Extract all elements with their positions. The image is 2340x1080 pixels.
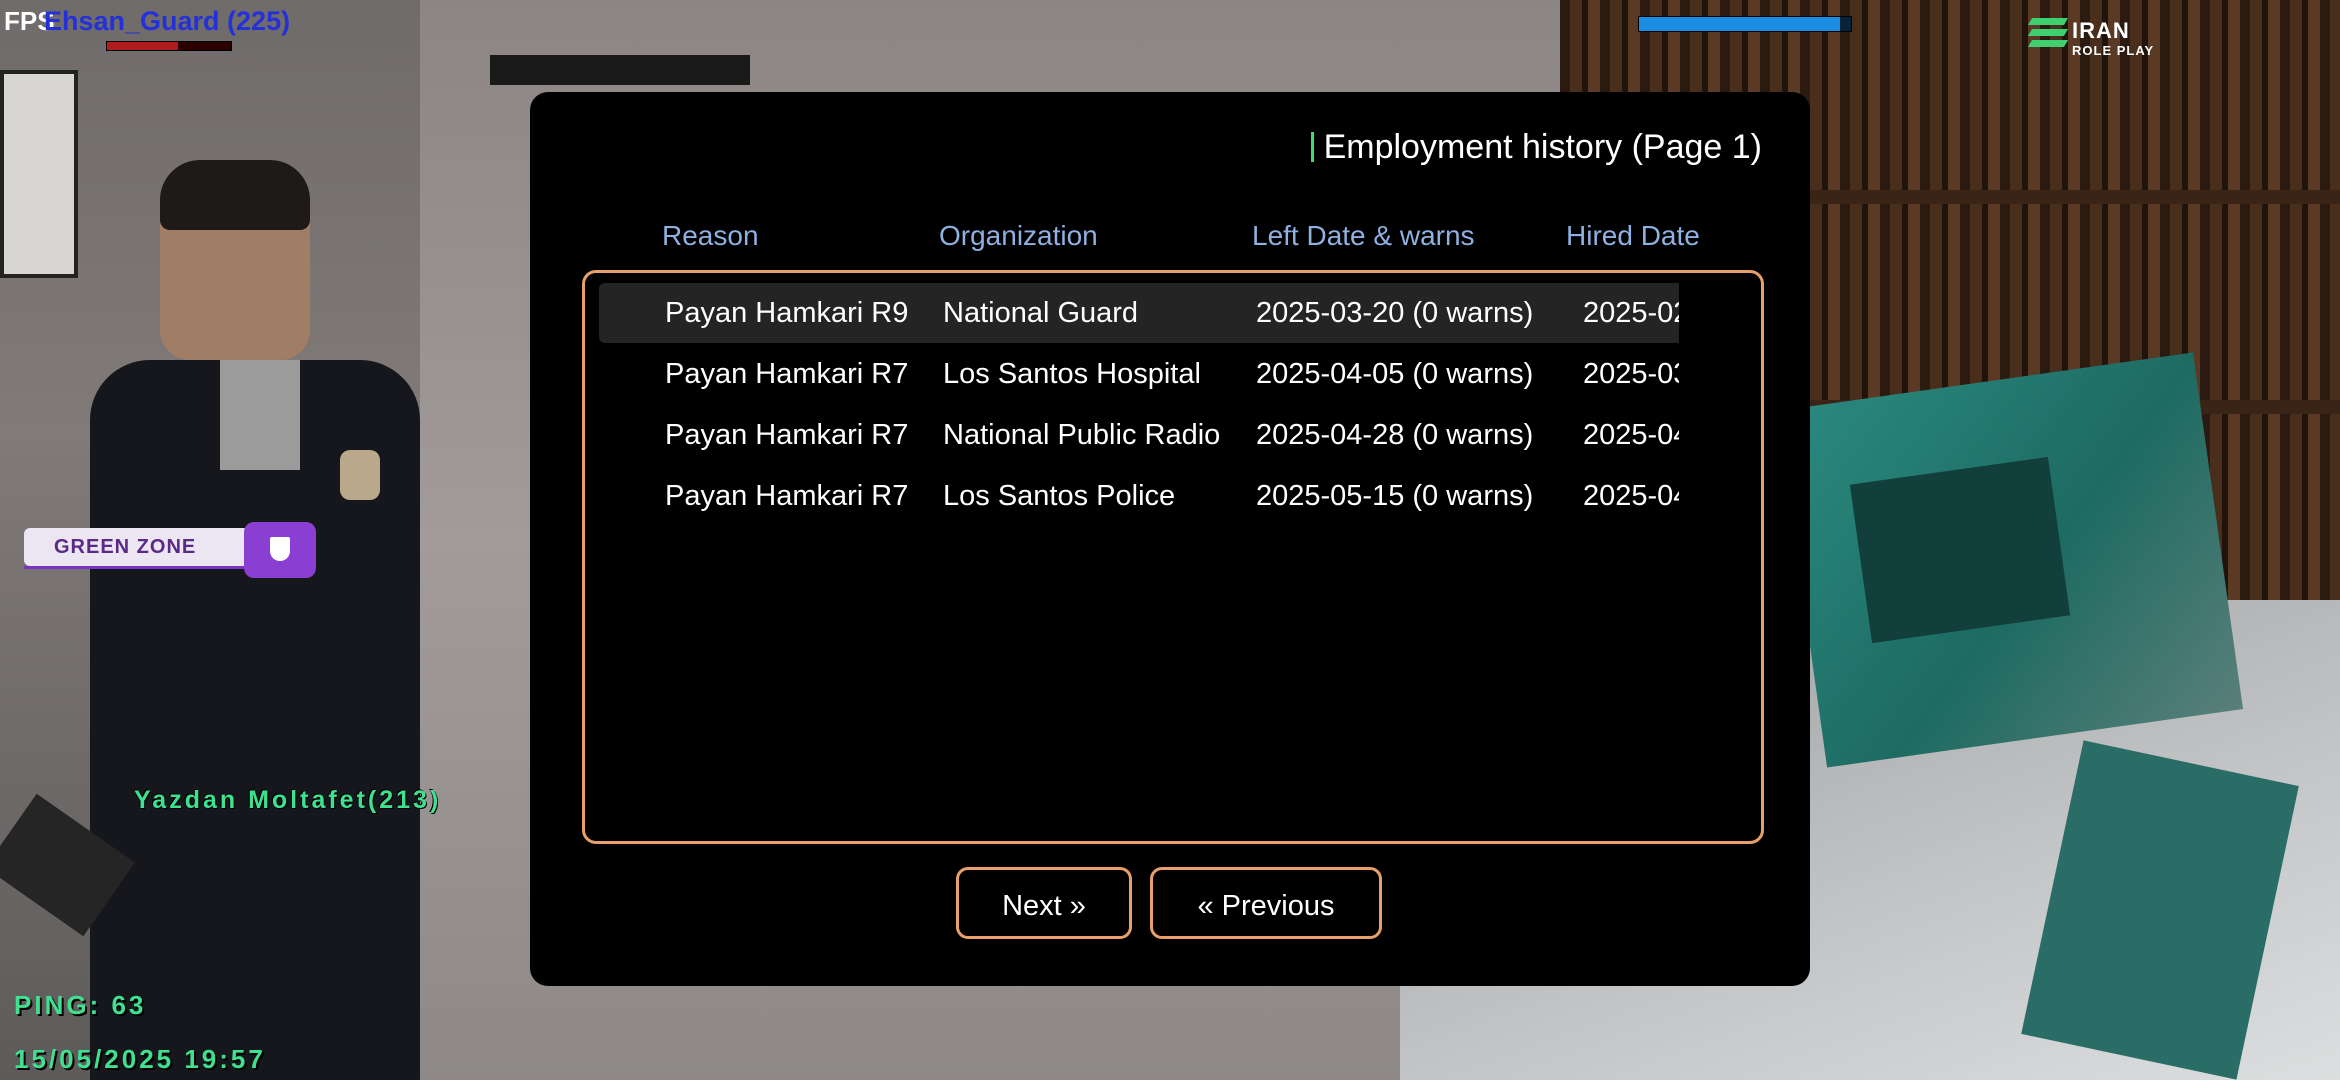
logo-text-top: IRAN bbox=[2072, 18, 2130, 43]
cell-organization: Los Santos Hospital bbox=[943, 358, 1201, 390]
server-logo: IRAN ROLE PLAY bbox=[2027, 16, 2170, 66]
list-item[interactable]: Payan Hamkari R9 National Guard 2025-03-… bbox=[599, 283, 1719, 343]
cell-left-date: 2025-04-05 (0 warns) bbox=[1256, 358, 1534, 390]
health-bar-fill bbox=[107, 42, 178, 50]
zone-label: GREEN ZONE bbox=[24, 528, 250, 566]
npc-shadow bbox=[1849, 456, 2071, 644]
logo-text-bottom: ROLE PLAY bbox=[2072, 43, 2155, 58]
picture-frame bbox=[490, 55, 750, 85]
cell-reason: Payan Hamkari R9 bbox=[665, 297, 909, 329]
history-list[interactable]: Payan Hamkari R9 National Guard 2025-03-… bbox=[582, 270, 1764, 844]
logo-stripes-icon bbox=[2027, 18, 2069, 56]
officer-badge bbox=[340, 450, 380, 500]
column-header-left-date: Left Date & warns bbox=[1252, 220, 1475, 251]
title-accent-bar bbox=[1310, 132, 1314, 162]
date-time-readout: 15/05/2025 19:57 bbox=[14, 1044, 266, 1074]
column-header-reason: Reason bbox=[662, 220, 759, 251]
dialog-title-text: Employment history (Page 1) bbox=[1323, 128, 1762, 166]
cell-left-date: 2025-03-20 (0 warns) bbox=[1256, 297, 1534, 329]
cell-organization: National Public Radio bbox=[943, 419, 1221, 451]
shield-icon bbox=[244, 522, 316, 578]
player-name: Ehsan_Guard (225) bbox=[44, 6, 291, 36]
armor-bar bbox=[1638, 16, 1852, 32]
list-item[interactable]: Payan Hamkari R7 Los Santos Police 2025-… bbox=[599, 466, 1719, 526]
list-item[interactable]: Payan Hamkari R7 Los Santos Hospital 202… bbox=[599, 344, 1719, 404]
dialog-title: Employment history (Page 1) bbox=[1310, 128, 1762, 167]
officer-shirt bbox=[220, 360, 300, 470]
list-item[interactable]: Payan Hamkari R7 National Public Radio 2… bbox=[599, 405, 1719, 465]
employment-history-dialog: Employment history (Page 1) Reason Organ… bbox=[530, 92, 1810, 986]
column-header-organization: Organization bbox=[939, 220, 1098, 251]
cell-left-date: 2025-04-28 (0 warns) bbox=[1256, 419, 1534, 451]
zone-underline bbox=[24, 566, 250, 569]
officer-hair bbox=[160, 160, 310, 230]
cell-reason: Payan Hamkari R7 bbox=[665, 480, 909, 512]
cell-organization: National Guard bbox=[943, 297, 1139, 329]
cell-reason: Payan Hamkari R7 bbox=[665, 358, 909, 390]
health-bar bbox=[106, 41, 232, 51]
wall-poster bbox=[0, 70, 78, 278]
column-header-hired-date: Hired Date bbox=[1566, 220, 1700, 251]
cell-reason: Payan Hamkari R7 bbox=[665, 419, 909, 451]
cell-organization: Los Santos Police bbox=[943, 480, 1176, 512]
cell-left-date: 2025-05-15 (0 warns) bbox=[1256, 480, 1534, 512]
armor-bar-fill bbox=[1639, 17, 1841, 31]
list-clip-mask bbox=[1679, 273, 1721, 841]
npc-nametag: Yazdan Moltafet(213) bbox=[134, 786, 442, 814]
ping-readout: PING: 63 bbox=[14, 990, 147, 1020]
next-page-button[interactable]: Next » bbox=[956, 867, 1132, 939]
previous-page-button[interactable]: « Previous bbox=[1150, 867, 1382, 939]
police-officer-character bbox=[90, 160, 510, 1080]
